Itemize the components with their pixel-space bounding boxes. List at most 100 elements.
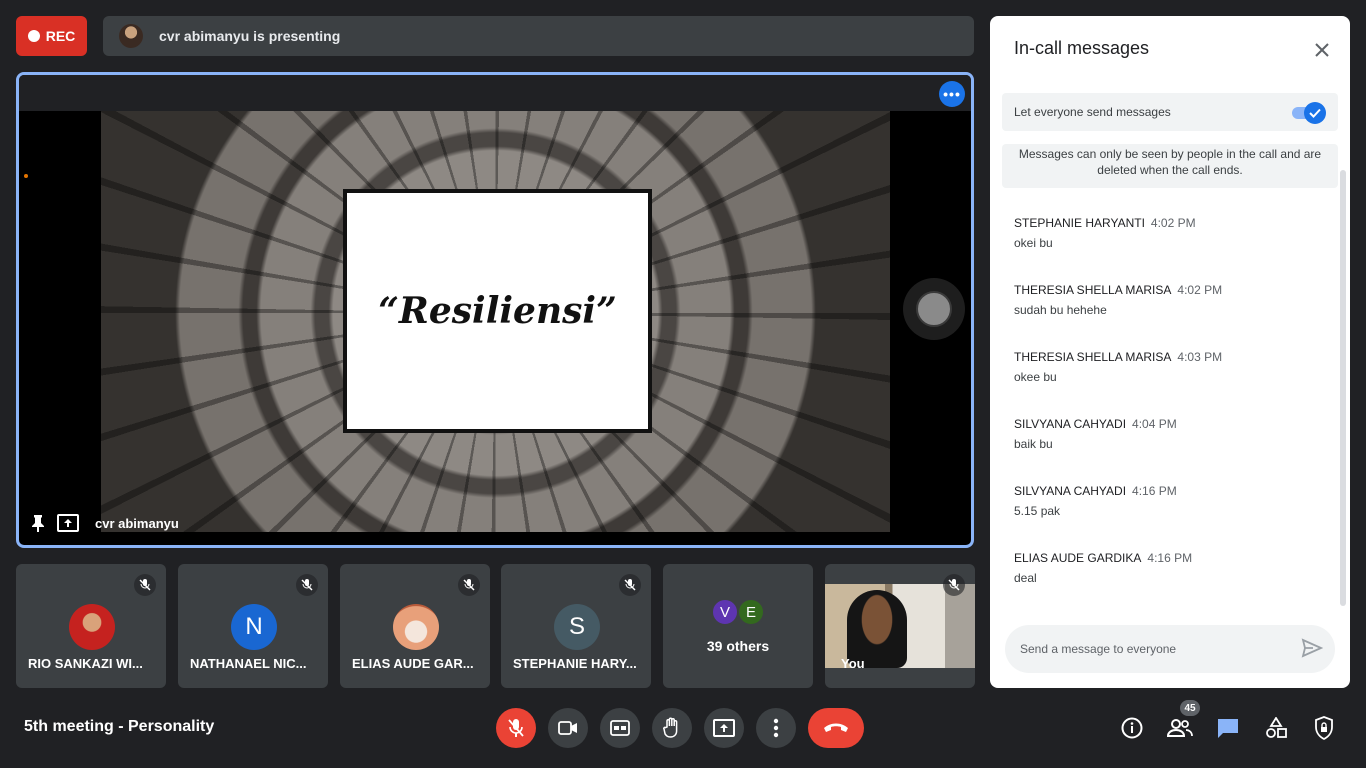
host-controls-button[interactable] (1308, 712, 1340, 744)
circle-button-icon (916, 291, 952, 327)
others-tile[interactable]: V E 39 others (663, 564, 813, 688)
chat-message: STEPHANIE HARYANTI 4:02 PM okei bu (1014, 216, 1324, 250)
avatar: S (554, 604, 600, 650)
recording-indicator[interactable]: REC (16, 16, 87, 56)
avatar (69, 604, 115, 650)
message-sender: THERESIA SHELLA MARISA (1014, 283, 1172, 297)
participant-name: ELIAS AUDE GAR... (352, 656, 474, 671)
indicator-dot (24, 174, 28, 178)
message-text: baik bu (1014, 437, 1053, 451)
send-messages-toggle[interactable] (1292, 102, 1326, 124)
chat-message: ELIAS AUDE GARDIKA 4:16 PM deal (1014, 551, 1324, 585)
end-call-icon (824, 723, 848, 732)
message-text: sudah bu hehehe (1014, 303, 1107, 317)
mic-off-icon (619, 574, 641, 596)
captions-icon (610, 720, 630, 736)
participant-tile[interactable]: ELIAS AUDE GAR... (340, 564, 490, 688)
captions-button[interactable] (600, 708, 640, 748)
close-icon[interactable] (1308, 36, 1336, 64)
presenter-avatar (119, 24, 143, 48)
chat-message: SILVYANA CAHYADI 4:16 PM 5.15 pak (1014, 484, 1324, 518)
presenting-banner: cvr abimanyu is presenting (103, 16, 974, 56)
mic-toggle-button[interactable] (496, 708, 536, 748)
self-view-tile[interactable]: You (825, 564, 975, 688)
participant-tile[interactable]: S STEPHANIE HARY... (501, 564, 651, 688)
chat-icon (1218, 719, 1238, 738)
chat-notice: Messages can only be seen by people in t… (1002, 144, 1338, 188)
video-control-circle[interactable] (903, 278, 965, 340)
avatar (393, 604, 439, 650)
people-button[interactable] (1164, 712, 1196, 744)
message-time: 4:03 PM (1177, 350, 1223, 364)
message-sender: SILVYANA CAHYADI (1014, 484, 1127, 498)
message-sender: ELIAS AUDE GARDIKA (1014, 551, 1142, 565)
shield-lock-icon (1315, 716, 1333, 740)
present-now-button[interactable] (704, 708, 744, 748)
avatar: V (711, 598, 739, 626)
participant-name: NATHANAEL NIC... (190, 656, 307, 671)
avatar: N (231, 604, 277, 650)
camera-toggle-button[interactable] (548, 708, 588, 748)
self-label: You (841, 656, 865, 671)
avatar: E (737, 598, 765, 626)
record-dot-icon (27, 30, 40, 42)
participant-tile[interactable]: N NATHANAEL NIC... (178, 564, 328, 688)
camera-icon (558, 721, 577, 735)
slide-title-card: “Resiliensi” (343, 189, 652, 433)
message-sender: THERESIA SHELLA MARISA (1014, 350, 1172, 364)
raise-hand-button[interactable] (652, 708, 692, 748)
message-sender: STEPHANIE HARYANTI (1014, 216, 1145, 230)
activities-icon (1266, 717, 1287, 738)
chat-button[interactable] (1212, 712, 1244, 744)
message-time: 4:16 PM (1132, 484, 1177, 498)
message-input-placeholder: Send a message to everyone (1020, 642, 1177, 656)
presenter-name: cvr abimanyu (95, 516, 179, 531)
pin-icon[interactable] (27, 512, 49, 534)
send-messages-setting: Let everyone send messages (1002, 93, 1338, 131)
present-icon (713, 719, 735, 737)
message-text: 5.15 pak (1014, 504, 1061, 518)
participant-tile[interactable]: RIO SANKAZI WI... (16, 564, 166, 688)
present-screen-icon[interactable] (57, 512, 79, 534)
more-vert-icon (773, 718, 779, 738)
chat-message: THERESIA SHELLA MARISA 4:03 PM okee bu (1014, 350, 1324, 384)
more-options-button[interactable] (756, 708, 796, 748)
participants-count-badge: 45 (1180, 700, 1200, 716)
mic-off-icon (458, 574, 480, 596)
send-icon[interactable] (1301, 638, 1324, 660)
meeting-details-button[interactable] (1116, 712, 1148, 744)
stage-top-bar (19, 75, 971, 111)
message-time: 4:02 PM (1150, 216, 1196, 230)
participant-name: STEPHANIE HARY... (513, 656, 637, 671)
rec-label: REC (45, 28, 76, 44)
message-time: 4:04 PM (1132, 417, 1177, 431)
presentation-stage[interactable]: ••• “Resiliensi” cvr abimanyu (16, 72, 974, 548)
leave-call-button[interactable] (808, 708, 864, 748)
message-text: deal (1014, 571, 1037, 585)
mic-off-icon (134, 574, 156, 596)
message-input[interactable]: Send a message to everyone (1005, 625, 1335, 673)
info-icon (1121, 717, 1143, 739)
chat-message: THERESIA SHELLA MARISA 4:02 PM sudah bu h… (1014, 283, 1324, 317)
others-avatars: V E (711, 598, 765, 626)
shared-slide: “Resiliensi” (101, 111, 890, 532)
people-icon (1167, 719, 1193, 737)
presenting-text: cvr abimanyu is presenting (159, 28, 341, 44)
message-text: okei bu (1014, 236, 1053, 250)
panel-title: In-call messages (1014, 38, 1150, 58)
participant-name: RIO SANKAZI WI... (28, 656, 143, 671)
activities-button[interactable] (1260, 712, 1292, 744)
chat-panel: In-call messages Let everyone send messa… (990, 16, 1350, 688)
meeting-title: 5th meeting - Personality (24, 718, 215, 735)
message-sender: SILVYANA CAHYADI (1014, 417, 1127, 431)
slide-title: “Resiliensi” (378, 290, 617, 332)
chat-scrollbar[interactable] (1340, 170, 1346, 606)
toggle-label: Let everyone send messages (1014, 105, 1171, 119)
mic-off-icon (943, 574, 965, 596)
more-options-icon[interactable]: ••• (939, 81, 965, 107)
check-icon (1304, 102, 1326, 124)
mic-off-icon (296, 574, 318, 596)
mic-off-icon (508, 719, 524, 737)
message-text: okee bu (1014, 370, 1057, 384)
others-count: 39 others (706, 638, 770, 654)
